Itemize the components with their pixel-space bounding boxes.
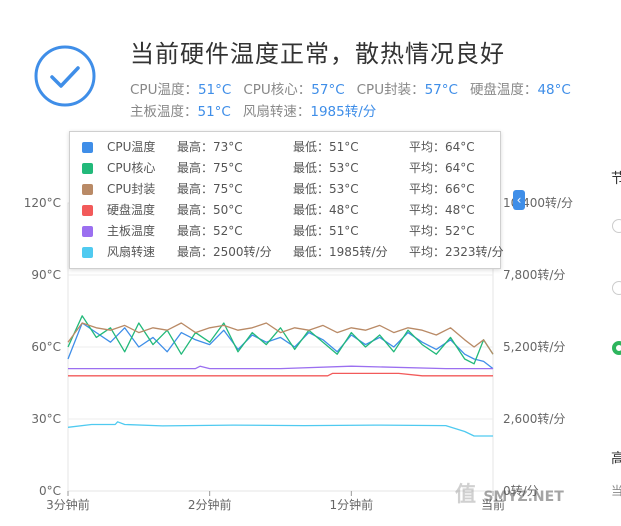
watermark-logo: 值 [455,482,476,506]
series-min: 最低：1985转/分 [293,245,388,259]
side-panel-heading: 节 [611,171,621,187]
x-tick-label: 2分钟前 [188,497,232,512]
series-max: 最高：2500转/分 [177,245,272,259]
watermark: 值 SMYZ.NET [455,478,564,508]
y-left-tick-label: 90°C [31,268,61,282]
series-avg: 平均：64°C [409,140,475,154]
tooltip-row: 硬盘温度 最高：50°C 最低：48°C 平均：48°C [70,200,500,221]
tooltip-row: CPU温度 最高：73°C 最低：51°C 平均：64°C [70,137,500,158]
y-left-tick-label: 30°C [31,412,61,426]
series-max: 最高：75°C [177,182,243,196]
series-max: 最高：73°C [177,140,243,154]
series-avg: 平均：2323转/分 [409,245,504,259]
side-panel-text: 当 [611,484,621,498]
series-avg: 平均：48°C [409,203,475,217]
series-line [68,372,493,377]
tooltip-row: CPU核心 最高：75°C 最低：53°C 平均：64°C [70,158,500,179]
series-swatch-icon [82,184,93,195]
series-name: 硬盘温度 [107,203,156,217]
series-name: CPU核心 [107,161,156,175]
x-tick-label: 1分钟前 [330,497,374,512]
series-avg: 平均：66°C [409,182,475,196]
series-avg: 平均：52°C [409,224,475,238]
series-swatch-icon [82,226,93,237]
series-swatch-icon [82,142,93,153]
side-radio-1[interactable] [612,219,621,233]
series-min: 最低：51°C [293,224,359,238]
y-left-tick-label: 60°C [31,340,61,354]
series-min: 最低：53°C [293,161,359,175]
y-left-tick-label: 120°C [24,196,61,210]
series-max: 最高：50°C [177,203,243,217]
series-name: 主板温度 [107,224,156,238]
collapse-panel-button[interactable]: ‹ [513,190,525,210]
series-line [68,365,493,370]
series-swatch-icon [82,205,93,216]
series-swatch-icon [82,247,93,258]
series-line [67,421,493,437]
tooltip-row: 风扇转速 最高：2500转/分 最低：1985转/分 平均：2323转/分 [70,242,504,263]
series-swatch-icon [82,163,93,174]
y-right-tick-label: 2,600转/分 [503,411,565,426]
series-line [67,322,494,370]
x-tick-label: 3分钟前 [46,497,90,512]
series-name: 风扇转速 [107,245,156,259]
series-line [67,315,494,365]
watermark-text: SMYZ.NET [483,489,564,505]
side-radio-3[interactable] [612,341,621,355]
tooltip-row: CPU封装 最高：75°C 最低：53°C 平均：66°C [70,179,500,200]
series-name: CPU温度 [107,140,156,154]
series-avg: 平均：64°C [409,161,475,175]
y-right-tick-label: 5,200转/分 [503,339,565,354]
y-right-tick-label: 7,800转/分 [503,267,565,282]
series-min: 最低：53°C [293,182,359,196]
series-name: CPU封装 [107,182,156,196]
tooltip-row: 主板温度 最高：52°C 最低：51°C 平均：52°C [70,221,500,242]
chart-tooltip: CPU温度 最高：73°C 最低：51°C 平均：64°C CPU核心 最高：75°C 最低… [69,131,504,269]
side-radio-2[interactable] [612,281,621,295]
series-max: 最高：75°C [177,161,243,175]
side-panel-heading-2: 高 [611,451,621,467]
series-max: 最高：52°C [177,224,243,238]
series-min: 最低：48°C [293,203,359,217]
y-left-tick-label: 0°C [39,484,61,498]
series-min: 最低：51°C [293,140,359,154]
